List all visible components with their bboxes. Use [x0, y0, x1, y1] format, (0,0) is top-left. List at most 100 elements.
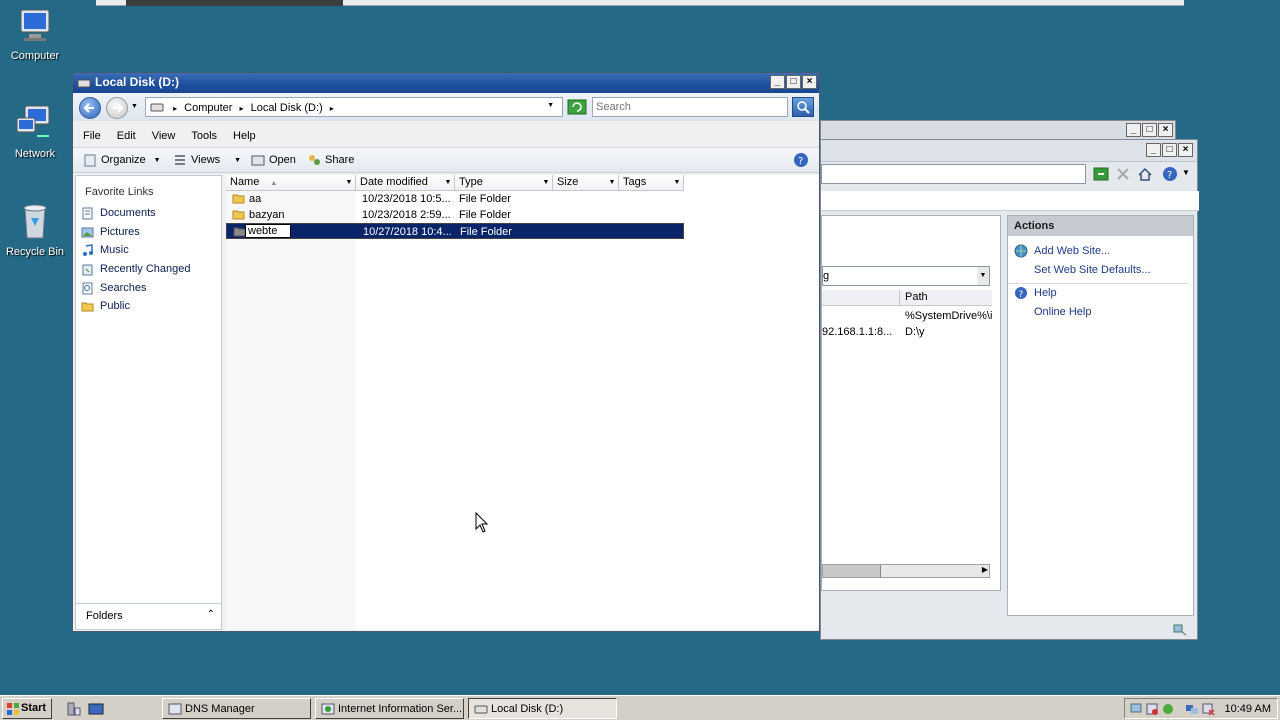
column-header-type[interactable]: Type ▼ [455, 175, 553, 191]
address-dropdown-icon[interactable]: ▼ [547, 102, 554, 109]
minimize-button[interactable]: _ [1146, 143, 1161, 157]
maximize-button[interactable]: □ [786, 75, 801, 89]
column-header-binding[interactable] [822, 290, 900, 306]
back-button[interactable] [79, 97, 101, 119]
online-help-link[interactable]: Online Help [1008, 303, 1193, 322]
start-button[interactable]: Start [2, 698, 52, 719]
column-header-size[interactable]: Size ▼ [553, 175, 619, 191]
desktop-icon-label: Network [14, 148, 56, 160]
refresh-icon[interactable] [567, 99, 587, 115]
menu-bar: File Edit View Tools Help [73, 127, 819, 145]
explorer-titlebar[interactable]: Local Disk (D:) _ □ × [73, 73, 819, 93]
command-bar: Organize ▼ Views ▼ Open Share ? [73, 147, 819, 173]
minimize-button[interactable]: _ [1126, 123, 1141, 137]
minimize-button[interactable]: _ [770, 75, 785, 89]
horizontal-scrollbar[interactable]: ▶ [822, 564, 990, 578]
column-header-path[interactable]: Path [900, 290, 992, 306]
breadcrumb-computer[interactable]: Computer [184, 102, 232, 114]
search-icon [797, 101, 810, 114]
help-link[interactable]: ? Help [1008, 284, 1193, 303]
set-web-site-defaults-link[interactable]: Set Web Site Defaults... [1008, 261, 1193, 280]
menu-help[interactable]: Help [233, 127, 256, 145]
tray-disconnected-icon[interactable] [1201, 702, 1215, 716]
close-button[interactable]: × [1158, 123, 1173, 137]
help-dropdown-icon[interactable]: ▼ [1182, 168, 1190, 177]
desktop-icon-recycle-bin[interactable]: Recycle Bin [0, 202, 70, 258]
file-name: aa [249, 193, 262, 205]
address-bar[interactable]: ▸ Computer ▸ Local Disk (D:) ▸ ▼ [145, 97, 563, 117]
iis-window-back[interactable]: _ □ × [820, 120, 1176, 140]
column-dropdown-icon[interactable]: ▼ [672, 177, 682, 189]
favorite-searches[interactable]: Searches [76, 279, 221, 298]
table-row[interactable]: 92.168.1.1:8... D:\y [822, 324, 1000, 340]
desktop-icon-network[interactable]: Network [0, 104, 70, 160]
column-header-tags[interactable]: Tags ▼ [619, 175, 684, 191]
taskbar-iis-manager[interactable]: Internet Information Ser... [315, 698, 464, 719]
breadcrumb-local-disk[interactable]: Local Disk (D:) [251, 102, 323, 114]
explorer-window[interactable]: Local Disk (D:) _ □ × ▼ ▸ Computer ▸ Loc… [72, 72, 820, 632]
file-list[interactable]: Name ▲ ▼ Date modified ▼ Type ▼ Size ▼ T… [226, 175, 819, 630]
tray-network-icon[interactable] [1129, 702, 1143, 716]
music-icon [83, 244, 93, 257]
stop-icon[interactable] [1115, 166, 1131, 182]
taskbar: Start DNS Manager Internet Information S… [0, 695, 1280, 720]
background-window-titlebar [126, 0, 343, 6]
scrollbar-thumb[interactable] [823, 565, 881, 577]
favorite-documents[interactable]: Documents [76, 204, 221, 223]
favorite-public[interactable]: Public [76, 297, 221, 316]
folder-icon [81, 302, 94, 312]
organize-button[interactable]: Organize ▼ [83, 153, 161, 167]
menu-file[interactable]: File [83, 127, 101, 145]
folders-toggle[interactable]: Folders ⌃ [76, 603, 221, 629]
tray-security-icon[interactable] [1161, 702, 1175, 716]
column-dropdown-icon[interactable]: ▼ [607, 177, 617, 189]
share-button[interactable]: Share [307, 153, 354, 167]
show-desktop-icon[interactable] [88, 701, 104, 717]
forward-button[interactable] [106, 97, 128, 119]
column-dropdown-icon[interactable]: ▼ [344, 177, 354, 189]
search-input[interactable] [592, 97, 788, 117]
table-row[interactable]: %SystemDrive%\i [822, 308, 1000, 324]
column-header-name[interactable]: Name ▲ ▼ [226, 175, 356, 191]
favorite-music[interactable]: Music [76, 241, 221, 260]
favorite-recently-changed[interactable]: Recently Changed [76, 260, 221, 279]
column-dropdown-icon[interactable]: ▼ [443, 177, 453, 189]
iis-address-bar[interactable] [821, 164, 1086, 184]
rename-field[interactable] [245, 224, 291, 238]
scroll-right-icon[interactable]: ▶ [982, 565, 988, 574]
menu-edit[interactable]: Edit [117, 127, 136, 145]
menu-tools[interactable]: Tools [191, 127, 217, 145]
taskbar-dns-manager[interactable]: DNS Manager [162, 698, 311, 719]
table-row[interactable]: bazyan 10/23/2018 2:59... File Folder [226, 207, 684, 223]
close-button[interactable]: × [802, 75, 817, 89]
help-icon[interactable]: ? [1161, 165, 1179, 183]
maximize-button[interactable]: □ [1162, 143, 1177, 157]
table-row[interactable]: aa 10/23/2018 10:5... File Folder [226, 191, 684, 207]
add-web-site-link[interactable]: Add Web Site... [1008, 242, 1193, 261]
tray-connection-icon[interactable] [1185, 702, 1199, 716]
views-icon [175, 155, 185, 165]
taskbar-local-disk[interactable]: Local Disk (D:) [468, 698, 617, 719]
computer-icon [20, 9, 50, 41]
tray-warning-icon[interactable] [1145, 702, 1159, 716]
refresh-icon[interactable] [1093, 166, 1109, 182]
favorite-pictures[interactable]: Pictures [76, 223, 221, 242]
iis-manager-window[interactable]: _ □ × ? ▼ g ▼ Path %SystemDrive%\i 92.16… [820, 139, 1199, 640]
views-button[interactable]: Views ▼ [173, 153, 241, 167]
search-button[interactable] [792, 97, 814, 117]
iis-titlebar: _ □ × [821, 140, 1197, 162]
column-header-date-modified[interactable]: Date modified ▼ [356, 175, 455, 191]
close-button[interactable]: × [1178, 143, 1193, 157]
menu-view[interactable]: View [152, 127, 176, 145]
open-button[interactable]: Open [251, 153, 296, 167]
maximize-button[interactable]: □ [1142, 123, 1157, 137]
help-icon[interactable]: ? [793, 152, 809, 168]
group-by-select[interactable]: g ▼ [822, 266, 990, 286]
server-manager-icon[interactable] [66, 701, 82, 717]
iis-sites-list[interactable]: g ▼ Path %SystemDrive%\i 92.168.1.1:8...… [821, 215, 1001, 591]
desktop-icon-computer[interactable]: Computer [0, 6, 70, 62]
home-icon[interactable] [1137, 166, 1153, 182]
column-dropdown-icon[interactable]: ▼ [541, 177, 551, 189]
history-dropdown-icon[interactable]: ▼ [131, 103, 138, 110]
table-row-selected[interactable]: 10/27/2018 10:4... File Folder [226, 223, 684, 239]
